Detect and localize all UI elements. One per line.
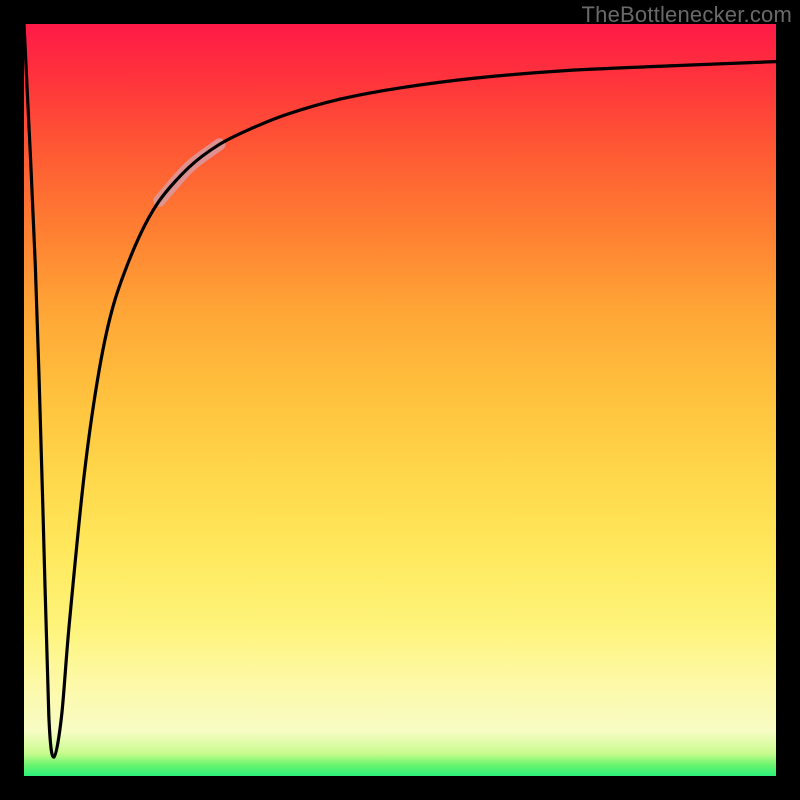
plot-area: [24, 24, 776, 776]
watermark-text: TheBottlenecker.com: [582, 2, 792, 28]
chart-frame: TheBottlenecker.com: [0, 0, 800, 800]
highlight-band: [159, 144, 219, 200]
bottleneck-curve: [24, 24, 776, 757]
curve-layer: [24, 24, 776, 776]
